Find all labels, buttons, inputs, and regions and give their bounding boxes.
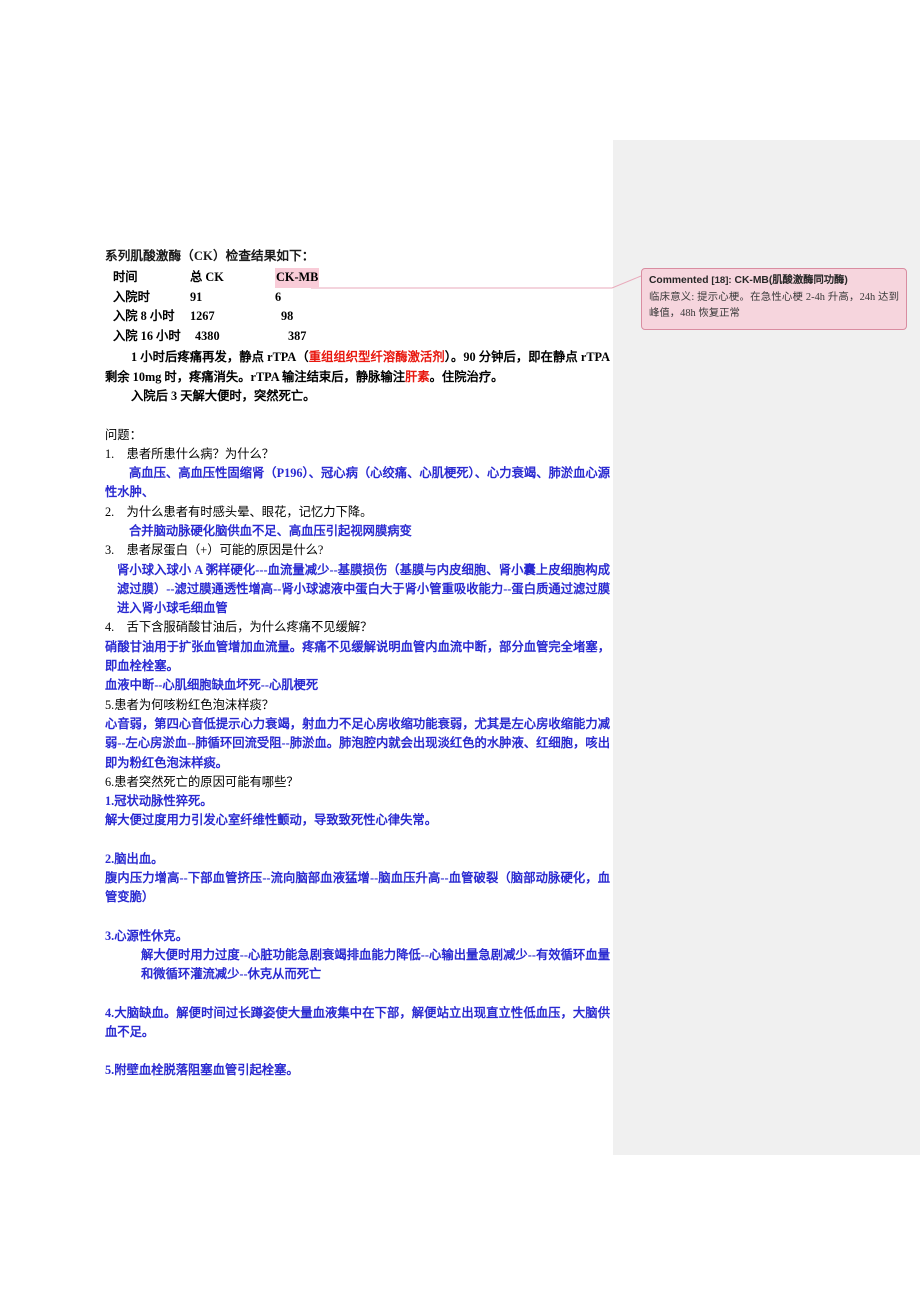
answer-text: 高血压、高血压性固缩肾（P196）、冠心病（心绞痛、心肌梗死）、心力衰竭、肺淤血… <box>105 466 610 500</box>
narrative-paragraph-2: 入院后 3 天解大便时，突然死亡。 <box>131 389 316 403</box>
column-header-time: 时间 <box>113 270 138 284</box>
cell-ck-mb: 6 <box>275 289 282 304</box>
death-cause-title: 1.冠状动脉性猝死。 <box>105 794 213 809</box>
table-header-row: 时间 总 CK CK-MB <box>105 268 610 288</box>
questions-label: 问题： <box>105 427 142 442</box>
death-cause-detail: 解大便过度用力引发心室纤维性颤动，导致致死性心律失常。 <box>105 813 438 828</box>
cell-total-ck: 1267 <box>190 309 215 323</box>
narrative-emphasis-heparin: 肝素 <box>405 369 430 384</box>
death-cause-3: 3.心源性休克。 解大便时用力过度--心脏功能急剧衰竭排血能力降低--心输出量急… <box>105 927 610 985</box>
cell-time: 入院 16 小时 <box>113 328 181 343</box>
death-cause-detail: 腹内压力增高--下部血管挤压--流向脑部血液猛增--脑血压升高--血管破裂（脑部… <box>105 871 610 905</box>
question-text: 1. 患者所患什么病？为什么？ <box>105 446 275 461</box>
death-cause-1: 1.冠状动脉性猝死。 解大便过度用力引发心室纤维性颤动，导致致死性心律失常。 <box>105 792 610 831</box>
death-cause-title: 3.心源性休克。 <box>105 928 189 943</box>
answer-text: 合并脑动脉硬化脑供血不足、高血压引起视网膜病变 <box>129 523 412 538</box>
document-body: 系列肌酸激酶（CK）检查结果如下： 时间 总 CK CK-MB 入院时 91 6… <box>105 246 610 1080</box>
question-text: 2. 为什么患者有时感头晕、眼花，记忆力下降。 <box>105 504 373 519</box>
narrative-emphasis-rtpa: 重组组织型纤溶酶激活剂 <box>308 350 445 364</box>
comment-label: Commented <box>649 275 709 286</box>
death-cause-5: 5.附壁血栓脱落阻塞血管引起栓塞。 <box>105 1061 610 1080</box>
cell-ck-mb: 98 <box>281 309 294 323</box>
death-cause-2: 2.脑出血。 腹内压力增高--下部血管挤压--流向脑部血液猛增--脑血压升高--… <box>105 850 610 908</box>
question-text: 3. 患者尿蛋白（+）可能的原因是什么? <box>105 543 324 558</box>
answer-text: 肾小球入球小 A 粥样硬化---血流量减少--基膜损伤（基膜与内皮细胞、肾小囊上… <box>117 562 610 616</box>
ck-results-table: 时间 总 CK CK-MB 入院时 91 6 入院 8 小时 1267 98 入… <box>105 268 610 346</box>
qa-item-4: 4. 舌下含服硝酸甘油后，为什么疼痛不见缓解？ 硝酸甘油用于扩张血管增加血流量。… <box>105 618 610 695</box>
comment-body-text: 临床意义: 提示心梗。在急性心梗 2-4h 升高，24h 达到峰值，48h 恢复… <box>649 292 899 319</box>
qa-item-2: 2. 为什么患者有时感头晕、眼花，记忆力下降。 合并脑动脉硬化脑供血不足、高血压… <box>105 503 610 542</box>
section-heading: 系列肌酸激酶（CK）检查结果如下： <box>105 249 315 263</box>
cell-time: 入院时 <box>113 289 150 304</box>
question-text: 5.患者为何咳粉红色泡沫样痰？ <box>105 697 275 712</box>
comment-reference: [18]: <box>711 275 732 286</box>
comment-subject: CK-MB(肌酸激酶同功酶) <box>734 275 848 286</box>
death-cause-detail: 解大便时用力过度--心脏功能急剧衰竭排血能力降低--心输出量急剧减少--有效循环… <box>141 947 610 982</box>
qa-item-3: 3. 患者尿蛋白（+）可能的原因是什么? 肾小球入球小 A 粥样硬化---血流量… <box>105 541 610 618</box>
death-cause-4: 4.大脑缺血。解便时间过长蹲姿使大量血液集中在下部，解便站立出现直立性低血压，大… <box>105 1004 610 1043</box>
death-cause-title: 4.大脑缺血。解便时间过长蹲姿使大量血液集中在下部，解便站立出现直立性低血压，大… <box>105 1005 610 1039</box>
cell-total-ck: 4380 <box>195 328 220 343</box>
table-row: 入院 8 小时 1267 98 <box>105 307 610 327</box>
cell-total-ck: 91 <box>190 289 203 304</box>
cell-time: 入院 8 小时 <box>113 309 175 323</box>
comment-header: Commented [18]: CK-MB(肌酸激酶同功酶) <box>649 274 899 288</box>
answer-text-secondary: 血液中断--心肌细胞缺血坏死--心肌梗死 <box>105 678 319 693</box>
table-row: 入院 16 小时 4380 387 <box>105 327 610 347</box>
death-cause-title: 5.附壁血栓脱落阻塞血管引起栓塞。 <box>105 1063 299 1078</box>
table-row: 入院时 91 6 <box>105 288 610 308</box>
comment-balloon[interactable]: Commented [18]: CK-MB(肌酸激酶同功酶) 临床意义: 提示心… <box>641 268 907 330</box>
answer-text: 心音弱，第四心音低提示心力衰竭，射血力不足心房收缩功能衰弱，尤其是左心房收缩能力… <box>105 716 610 770</box>
qa-item-6: 6.患者突然死亡的原因可能有哪些？ <box>105 773 610 792</box>
answer-text: 硝酸甘油用于扩张血管增加血流量。疼痛不见缓解说明血管内血流中断，部分血管完全堵塞… <box>105 639 610 674</box>
column-header-ck-mb: CK-MB <box>275 268 320 288</box>
narrative-text-before: 1 小时后疼痛再发，静点 rTPA（ <box>131 350 309 364</box>
column-header-total-ck: 总 CK <box>190 270 224 284</box>
narrative-paragraph-1: 1 小时后疼痛再发，静点 rTPA（重组组织型纤溶酶激活剂）。90 分钟后，即在… <box>105 348 610 387</box>
qa-item-5: 5.患者为何咳粉红色泡沫样痰？ 心音弱，第四心音低提示心力衰竭，射血力不足心房收… <box>105 696 610 773</box>
document-page: 系列肌酸激酶（CK）检查结果如下： 时间 总 CK CK-MB 入院时 91 6… <box>0 0 920 1302</box>
question-text: 4. 舌下含服硝酸甘油后，为什么疼痛不见缓解？ <box>105 620 373 635</box>
qa-item-1: 1. 患者所患什么病？为什么？ 高血压、高血压性固缩肾（P196）、冠心病（心绞… <box>105 445 610 503</box>
question-text: 6.患者突然死亡的原因可能有哪些？ <box>105 774 299 789</box>
death-cause-title: 2.脑出血。 <box>105 851 164 866</box>
narrative-text-after: 。住院治疗。 <box>429 369 504 384</box>
cell-ck-mb: 387 <box>288 328 307 343</box>
